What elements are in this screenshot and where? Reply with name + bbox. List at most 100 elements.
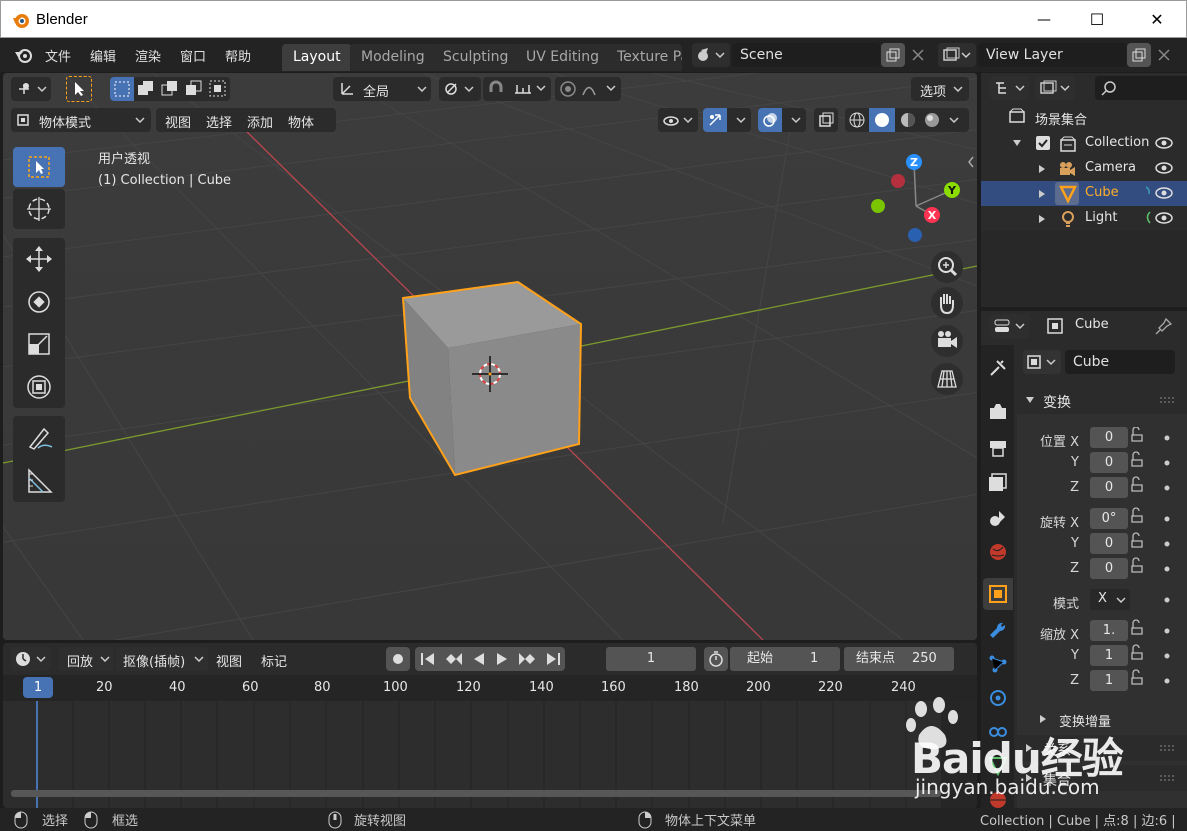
frame-start-field[interactable]: 起始 1 <box>730 647 840 671</box>
location-z-field[interactable]: 0 <box>1090 477 1128 498</box>
minimize-button[interactable]: — <box>1018 1 1070 38</box>
rendered-shading-icon[interactable] <box>924 112 940 128</box>
next-keyframe-icon[interactable] <box>518 652 536 666</box>
close-button[interactable]: ✕ <box>1131 1 1183 38</box>
auto-keying-button[interactable] <box>386 647 410 671</box>
timeline-menu-view[interactable]: 视图 <box>216 651 242 670</box>
view-layer-name-field[interactable]: View Layer <box>978 43 1126 67</box>
scale-icon[interactable] <box>24 329 54 359</box>
chevron-down-icon[interactable] <box>949 117 959 123</box>
options-dropdown[interactable]: 选项 <box>911 77 969 101</box>
tab-uv-editing[interactable]: UV Editing <box>515 44 611 71</box>
drag-handle-icon[interactable] <box>1159 397 1177 403</box>
collection-checkbox[interactable] <box>1036 136 1050 150</box>
eye-icon[interactable] <box>1155 161 1173 175</box>
scale-x-field[interactable]: 1. <box>1090 620 1128 641</box>
annotate-icon[interactable] <box>24 423 54 453</box>
menu-object[interactable]: 物体 <box>281 108 322 132</box>
select-subtract-button[interactable] <box>158 77 182 101</box>
tab-modeling[interactable]: Modeling <box>350 44 436 71</box>
overlays-toggle[interactable] <box>758 108 806 132</box>
proportional-editing-group[interactable] <box>555 77 621 101</box>
scale-z-field[interactable]: 1 <box>1090 670 1128 691</box>
object-tab[interactable] <box>983 578 1013 610</box>
jump-start-icon[interactable] <box>420 652 436 666</box>
scene-collection-label[interactable]: 场景集合 <box>1035 109 1087 128</box>
timeline-ruler[interactable]: 1 20 40 60 80 100 120 140 160 180 200 22… <box>3 675 977 701</box>
outliner-row-light[interactable]: Light <box>981 206 1187 231</box>
modifier-tab-icon[interactable] <box>987 619 1009 641</box>
current-frame-indicator[interactable]: 1 <box>23 677 53 698</box>
rotation-y-field[interactable]: 0 <box>1090 533 1128 554</box>
physics-tab-icon[interactable] <box>987 687 1009 709</box>
tool-select-box[interactable] <box>13 147 65 187</box>
navigation-gizmo[interactable]: Z Y X <box>861 149 971 249</box>
menu-select[interactable]: 选择 <box>199 108 240 132</box>
use-preview-range-button[interactable] <box>704 647 728 671</box>
outliner-search-input[interactable] <box>1095 76 1187 100</box>
solid-shading-button[interactable] <box>869 108 895 132</box>
visibility-dropdown[interactable] <box>658 108 698 132</box>
delta-transform-subpanel[interactable]: 变换增量 <box>1017 707 1187 731</box>
constraints-tab-icon[interactable] <box>987 721 1009 743</box>
jump-end-icon[interactable] <box>545 652 561 666</box>
timeline-menu-marker[interactable]: 标记 <box>261 651 287 670</box>
select-new-button[interactable] <box>110 77 134 101</box>
tab-layout[interactable]: Layout <box>282 44 352 71</box>
measure-icon[interactable] <box>24 466 54 496</box>
prev-keyframe-icon[interactable] <box>445 652 463 666</box>
transform-icon[interactable] <box>24 372 54 402</box>
relations-panel-header[interactable]: 关系 <box>1017 735 1187 761</box>
timeline-channels[interactable] <box>3 701 977 808</box>
editor-type-button[interactable] <box>11 77 51 101</box>
transform-orientation-dropdown[interactable]: 全局 <box>333 77 431 101</box>
timeline-editor-type-button[interactable] <box>11 647 51 671</box>
rotation-x-field[interactable]: 0° <box>1090 508 1128 529</box>
pan-button[interactable] <box>931 287 963 319</box>
xray-toggle[interactable] <box>814 108 838 132</box>
location-y-field[interactable]: 0 <box>1090 452 1128 473</box>
delete-view-layer-button[interactable] <box>1152 43 1176 67</box>
move-icon[interactable] <box>24 244 54 274</box>
select-intersect-button[interactable] <box>206 77 230 101</box>
pivot-point-dropdown[interactable] <box>439 77 481 101</box>
outliner-row-cube[interactable]: Cube <box>981 181 1187 206</box>
keying-dropdown[interactable]: 抠像(插帧) <box>116 647 208 671</box>
scene-selector-button[interactable] <box>692 43 730 67</box>
menu-view[interactable]: 视图 <box>156 108 199 132</box>
rotation-mode-dropdown[interactable]: X <box>1090 589 1130 610</box>
menu-render[interactable]: 渲染 <box>135 46 161 65</box>
drag-handle-icon[interactable] <box>1159 775 1177 781</box>
sidebar-toggle-icon[interactable] <box>966 154 976 170</box>
expand-arrow-icon[interactable] <box>1038 164 1046 174</box>
select-invert-button[interactable] <box>182 77 206 101</box>
mode-dropdown[interactable]: 物体模式 <box>11 108 151 132</box>
drag-handle-icon[interactable] <box>1159 745 1177 751</box>
menu-add[interactable]: 添加 <box>240 108 281 132</box>
particles-tab-icon[interactable] <box>987 653 1009 675</box>
data-block-selector[interactable] <box>1023 350 1061 374</box>
expand-arrow-icon[interactable] <box>1038 214 1046 224</box>
menu-window[interactable]: 窗口 <box>180 46 206 65</box>
eye-icon[interactable] <box>1155 186 1173 200</box>
expand-arrow-icon[interactable] <box>1012 138 1022 148</box>
tool-tab-icon[interactable] <box>987 357 1009 379</box>
material-shading-icon[interactable] <box>900 112 916 128</box>
eye-icon[interactable] <box>1155 211 1173 225</box>
frame-end-field[interactable]: 结束点 250 <box>844 647 954 671</box>
world-tab-icon[interactable] <box>987 541 1009 563</box>
3d-cursor-icon[interactable] <box>468 352 512 396</box>
properties-editor-type-button[interactable] <box>990 314 1030 338</box>
rotate-icon[interactable] <box>24 287 54 317</box>
tab-sculpting[interactable]: Sculpting <box>432 44 520 71</box>
scene-tab-icon[interactable] <box>987 507 1009 529</box>
play-reverse-icon[interactable] <box>472 652 486 666</box>
pin-icon[interactable] <box>1155 317 1173 335</box>
maximize-button[interactable]: ☐ <box>1071 1 1123 38</box>
gizmo-toggle[interactable] <box>703 108 751 132</box>
delete-scene-button[interactable] <box>906 43 930 67</box>
blender-menu-icon[interactable] <box>14 46 34 64</box>
3d-viewport[interactable]: 全局 选项 物体模式 视图 选择 添加 物体 用户透视 (1) Collecti… <box>3 73 977 640</box>
new-view-layer-button[interactable] <box>1127 43 1151 67</box>
menu-help[interactable]: 帮助 <box>225 46 251 65</box>
